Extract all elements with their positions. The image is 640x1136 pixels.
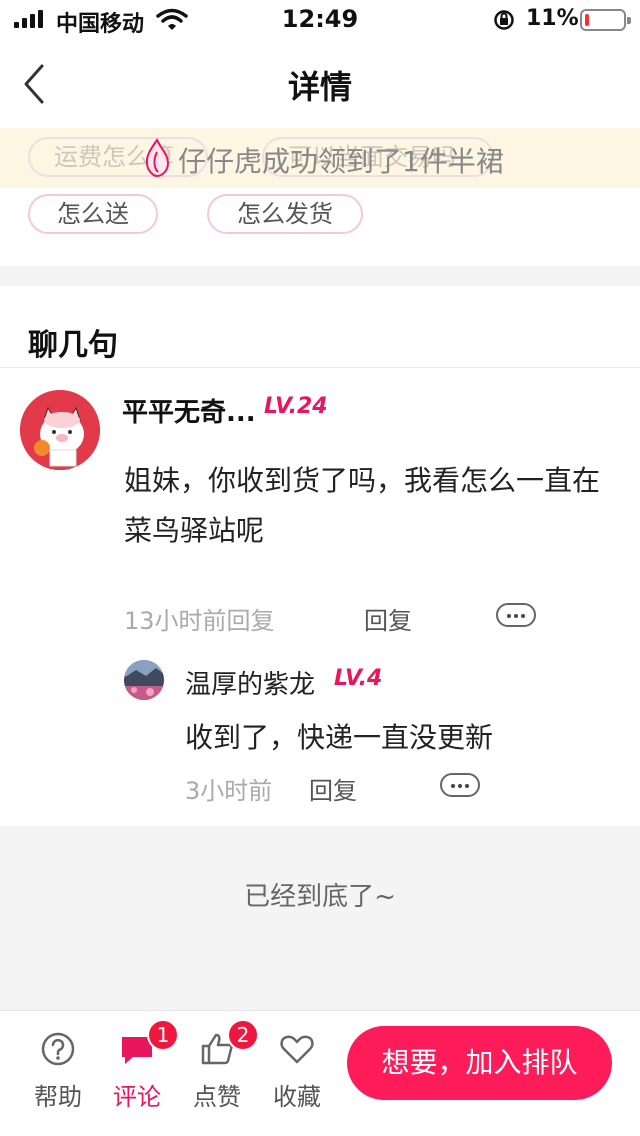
end-of-list-text: 已经到底了~ [244,882,396,912]
reply-to-reply-button[interactable]: 回复 [309,771,357,806]
want-join-queue-button[interactable]: 想要，加入排队 [347,1026,612,1100]
more-options-icon[interactable] [496,603,536,627]
toast-message: 仔仔虎成功领到了1件半裙 [178,145,504,178]
comment-time: 13小时前回复 [124,607,275,635]
reply-time: 3小时前 [185,777,273,805]
reply-avatar[interactable] [124,660,164,700]
reply-username[interactable]: 温厚的紫龙 [185,664,315,701]
pig-avatar-icon [20,390,100,470]
flame-icon [145,138,170,178]
reply-text: 收到了，快递一直没更新 [185,721,494,754]
favorite-tab[interactable]: 收藏 [265,1031,329,1121]
status-bar: 中国移动 12:49 11% [0,0,640,40]
like-label: 点赞 [193,1083,241,1111]
help-tab[interactable]: 帮助 [26,1031,90,1121]
avatar[interactable] [20,390,100,470]
quick-question-tags: 怎么送 怎么发货 运费怎么算 可以当面交易吗 仔仔虎成功领到了1件半裙 [0,128,640,266]
reply-level-badge: LV.4 [334,666,383,691]
toast-banner: 运费怎么算 可以当面交易吗 仔仔虎成功领到了1件半裙 [0,128,640,188]
section-divider [0,266,640,286]
user-level-badge: LV.24 [264,394,328,419]
comment-text: 姐妹，你收到货了吗，我看怎么一直在菜鸟驿站呢 [124,464,601,547]
comment-username[interactable]: 平平无奇... [122,392,256,429]
end-of-list-area [0,826,640,1010]
battery-level [585,14,589,26]
comments-section-title: 聊几句 [28,328,118,363]
heart-icon [280,1035,314,1064]
battery-percent: 11% [526,6,579,31]
like-count-badge: 2 [227,1019,259,1051]
help-label: 帮助 [34,1083,82,1111]
comment-count-badge: 1 [147,1019,179,1051]
favorite-label: 收藏 [273,1083,321,1111]
reply-more-options-icon[interactable] [440,773,480,797]
rotation-lock-icon [494,10,514,30]
tag-how-to-send[interactable]: 怎么送 [28,194,158,234]
landscape-avatar-icon [124,660,164,700]
divider [0,367,640,368]
tag-how-to-ship[interactable]: 怎么发货 [207,194,363,234]
battery-icon [580,9,631,31]
like-tab[interactable]: 2 点赞 [185,1019,259,1121]
comment-tab[interactable]: 1 评论 [105,1019,179,1121]
reply-button[interactable]: 回复 [364,601,412,636]
help-icon [41,1032,75,1066]
page-title: 详情 [287,68,352,106]
nav-bar: 详情 [0,44,640,128]
comment-label: 评论 [113,1083,161,1111]
